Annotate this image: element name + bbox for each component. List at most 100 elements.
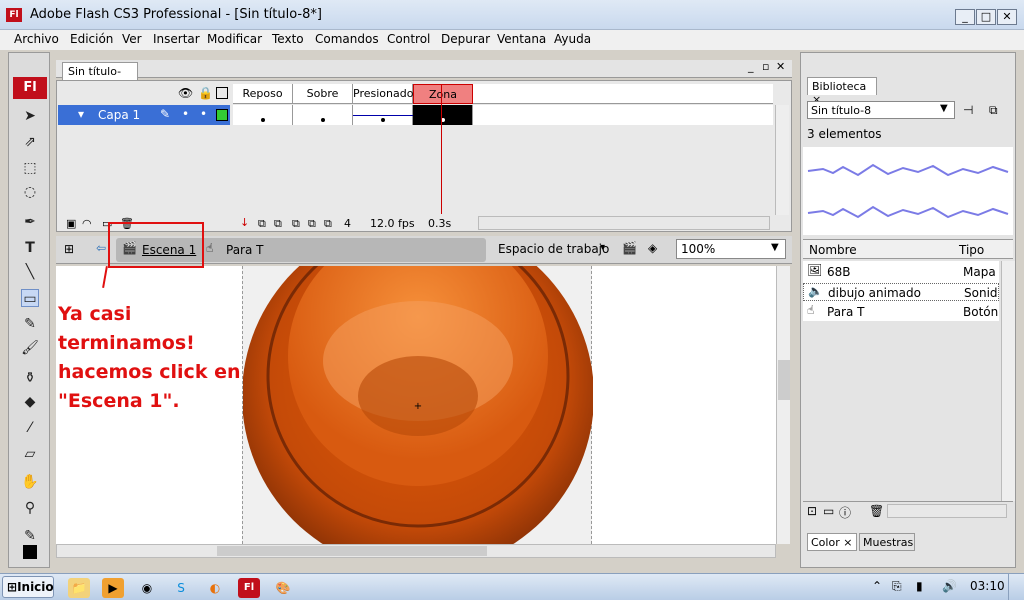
eyedropper-tool-icon[interactable]: ⁄: [21, 419, 39, 437]
firefox-icon[interactable]: ◐: [204, 578, 226, 598]
col-type-header[interactable]: Tipo: [959, 243, 984, 257]
layer-visible-dot[interactable]: •: [182, 107, 189, 121]
onion-skin-icon[interactable]: ⧉: [274, 217, 282, 231]
add-layer-icon[interactable]: ▣: [66, 217, 76, 230]
new-symbol-icon[interactable]: ⊡: [807, 504, 817, 518]
stage-vscroll[interactable]: [776, 266, 790, 544]
frame-cell[interactable]: [353, 105, 413, 125]
list-item[interactable]: 🖼 68B Mapa: [803, 263, 999, 281]
workspace-menu[interactable]: Espacio de trabajo: [498, 242, 609, 256]
edit-scene-icon[interactable]: 🎬: [622, 241, 637, 255]
network-icon[interactable]: ▮: [916, 579, 923, 593]
close-button[interactable]: ✕: [997, 9, 1017, 25]
stroke-color-icon[interactable]: ✎: [21, 527, 39, 545]
pin-library-icon[interactable]: ⊣: [963, 103, 973, 117]
media-player-icon[interactable]: ▶: [102, 578, 124, 598]
stage-hscroll[interactable]: [56, 544, 776, 558]
center-frame-icon[interactable]: ⧉: [258, 217, 266, 231]
frame-label-reposo[interactable]: Reposo: [233, 84, 293, 104]
pen-tool-icon[interactable]: ✒: [21, 213, 39, 231]
menu-ventana[interactable]: Ventana: [497, 32, 546, 46]
onion-outline-icon[interactable]: ⧉: [292, 217, 300, 231]
hand-tool-icon[interactable]: ✋: [21, 473, 39, 491]
edit-symbols-icon[interactable]: ◈: [648, 241, 657, 255]
paint-bucket-tool-icon[interactable]: ◆: [21, 393, 39, 411]
menu-ver[interactable]: Ver: [122, 32, 142, 46]
frame-label-presionado[interactable]: Presionado: [353, 84, 413, 104]
panel-restore-icon[interactable]: ▫: [762, 60, 769, 73]
subselection-tool-icon[interactable]: ⇗: [21, 133, 39, 151]
properties-icon[interactable]: ⓘ: [839, 504, 851, 521]
zoom-tool-icon[interactable]: ⚲: [21, 499, 39, 517]
frame-cell[interactable]: [233, 105, 293, 125]
panel-close-icon[interactable]: ✕: [776, 60, 785, 73]
playhead[interactable]: [441, 84, 442, 214]
layer-row[interactable]: ▾ Capa 1 ✎ • •: [58, 105, 230, 125]
outline-icon[interactable]: [216, 87, 228, 99]
ink-bottle-tool-icon[interactable]: ⚱: [21, 369, 39, 387]
library-document-select[interactable]: Sin título-8 ▼: [807, 101, 955, 119]
text-tool-icon[interactable]: T: [21, 239, 39, 257]
orange-button-graphic[interactable]: +: [242, 220, 594, 572]
library-tab[interactable]: Biblioteca ×: [807, 77, 877, 106]
menu-texto[interactable]: Texto: [272, 32, 304, 46]
layer-outline-color[interactable]: [216, 109, 228, 121]
frame-cell-selected[interactable]: [413, 105, 473, 125]
menu-control[interactable]: Control: [387, 32, 430, 46]
eraser-tool-icon[interactable]: ▱: [21, 445, 39, 463]
zoom-select[interactable]: 100% ▼: [676, 239, 786, 259]
free-transform-tool-icon[interactable]: ⬚: [21, 159, 39, 177]
explorer-icon[interactable]: 📁: [68, 578, 90, 598]
symbol-breadcrumb[interactable]: Para T: [226, 243, 263, 257]
volume-icon[interactable]: 🔊: [942, 579, 957, 593]
line-tool-icon[interactable]: ╲: [21, 263, 39, 281]
stage[interactable]: +: [242, 220, 594, 572]
menu-depurar[interactable]: Depurar: [441, 32, 490, 46]
menu-archivo[interactable]: Archivo: [14, 32, 59, 46]
new-library-icon[interactable]: ⧉: [989, 103, 998, 118]
menu-insertar[interactable]: Insertar: [153, 32, 200, 46]
lasso-tool-icon[interactable]: ◌: [21, 183, 39, 201]
paint-icon[interactable]: 🎨: [272, 578, 294, 598]
panel-minimize-icon[interactable]: _: [748, 60, 754, 73]
frame-label-zona-activa[interactable]: Zona activa: [413, 84, 473, 121]
col-name-header[interactable]: Nombre: [809, 243, 857, 257]
pencil-tool-icon[interactable]: ✎: [21, 315, 39, 333]
list-item[interactable]: 🔈 dibujo animado Sonid: [803, 283, 999, 301]
color-tab[interactable]: Color ×: [807, 533, 857, 551]
back-arrow-icon[interactable]: ⇦: [96, 241, 106, 255]
onion-markers-icon[interactable]: ⧉: [324, 217, 332, 231]
layer-name[interactable]: Capa 1: [98, 108, 140, 122]
list-item[interactable]: ☝ Para T Botón: [803, 303, 999, 321]
menu-ayuda[interactable]: Ayuda: [554, 32, 591, 46]
tray-expand-icon[interactable]: ⌃: [872, 579, 882, 593]
menu-modificar[interactable]: Modificar: [207, 32, 262, 46]
frame-label-sobre[interactable]: Sobre: [293, 84, 353, 104]
timeline-toggle-icon[interactable]: ⊞: [64, 242, 74, 256]
swatches-tab[interactable]: Muestras: [859, 533, 915, 551]
stage-hscroll-thumb[interactable]: [217, 546, 487, 556]
document-tab[interactable]: Sin título-8*: [62, 62, 138, 91]
maximize-button[interactable]: □: [976, 9, 996, 25]
rectangle-tool-icon[interactable]: ▭: [21, 289, 39, 307]
playhead-icon[interactable]: ↓: [240, 216, 249, 229]
add-guide-icon[interactable]: ◠: [82, 217, 92, 230]
eye-icon[interactable]: 👁: [178, 86, 193, 100]
library-vscroll[interactable]: [1001, 261, 1015, 501]
chrome-icon[interactable]: ◉: [136, 578, 158, 598]
library-hscroll[interactable]: [887, 504, 1007, 518]
edit-multiple-icon[interactable]: ⧉: [308, 217, 316, 231]
selection-tool-icon[interactable]: ➤: [21, 107, 39, 125]
workspace-dropdown-icon[interactable]: ▾: [600, 242, 605, 253]
new-folder-icon[interactable]: ▭: [823, 504, 834, 518]
lock-icon[interactable]: 🔒: [198, 86, 213, 100]
menu-edicion[interactable]: Edición: [70, 32, 113, 46]
frame-cell[interactable]: [293, 105, 353, 125]
stage-vscroll-thumb[interactable]: [778, 360, 790, 400]
delete-icon[interactable]: 🗑: [869, 504, 884, 518]
fill-color-swatch[interactable]: [23, 545, 37, 559]
timeline-vscroll[interactable]: [775, 105, 789, 215]
minimize-button[interactable]: _: [955, 9, 975, 25]
usb-icon[interactable]: ⎘: [892, 579, 902, 594]
brush-tool-icon[interactable]: 🖌: [21, 339, 39, 357]
